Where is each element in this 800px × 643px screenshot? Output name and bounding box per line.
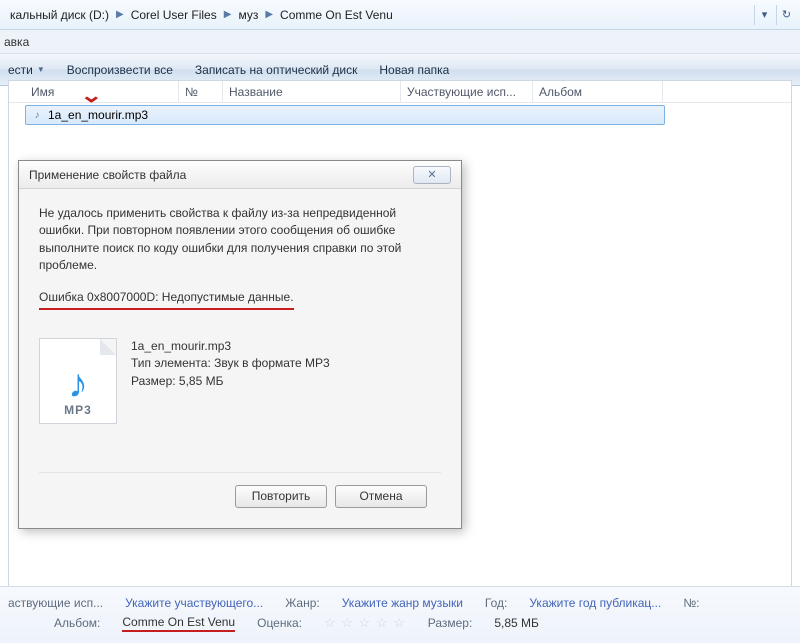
close-icon: ✕ [427, 168, 436, 181]
dialog-titlebar[interactable]: Применение свойств файла ✕ [19, 161, 461, 189]
breadcrumb-segment[interactable]: муз [232, 3, 264, 27]
detail-value-size: 5,85 МБ [494, 616, 539, 630]
cancel-button[interactable]: Отмена [335, 485, 427, 508]
detail-value-album[interactable]: Comme On Est Venu [122, 615, 235, 632]
file-row[interactable]: ♪ 1a_en_mourir.mp3 [25, 105, 665, 125]
rating-stars[interactable]: ☆ ☆ ☆ ☆ ☆ [324, 615, 406, 631]
breadcrumb-segment[interactable]: Corel User Files [125, 3, 223, 27]
breadcrumb-segment[interactable]: Comme On Est Venu [274, 3, 399, 27]
detail-value-editable[interactable]: Укажите жанр музыки [342, 596, 463, 610]
column-header-number[interactable]: № [179, 81, 223, 102]
retry-button[interactable]: Повторить [235, 485, 327, 508]
close-button[interactable]: ✕ [413, 166, 451, 184]
details-pane: аствующие исп... Укажите участвующего...… [0, 586, 800, 643]
dialog-title: Применение свойств файла [29, 168, 186, 182]
error-dialog: Применение свойств файла ✕ Не удалось пр… [18, 160, 462, 529]
music-note-icon: ♪ [68, 366, 88, 402]
detail-label: Размер: [428, 616, 473, 630]
detail-label: Жанр: [285, 596, 320, 610]
column-header-title[interactable]: Название [223, 81, 401, 102]
play-all-button[interactable]: Воспроизвести все [67, 63, 173, 77]
history-dropdown-button[interactable]: ▾ [754, 5, 774, 25]
dialog-message: Не удалось применить свойства к файлу из… [39, 205, 441, 275]
chevron-right-icon: ▶ [223, 9, 233, 20]
new-folder-button[interactable]: Новая папка [379, 63, 449, 77]
refresh-button[interactable]: ↻ [776, 5, 796, 25]
detail-label: №: [683, 596, 699, 610]
detail-label: Год: [485, 596, 507, 610]
organize-button[interactable]: ести▼ [8, 63, 45, 77]
menu-item[interactable]: авка [4, 35, 29, 49]
column-header-row: Имя ⌄ № Название Участвующие исп... Альб… [9, 81, 791, 103]
file-name: 1a_en_mourir.mp3 [48, 108, 148, 122]
detail-label: Альбом: [54, 616, 100, 630]
chevron-down-icon: ▼ [37, 65, 45, 74]
detail-label: Оценка: [257, 616, 302, 630]
burn-button[interactable]: Записать на оптический диск [195, 63, 358, 77]
dialog-error-code: Ошибка 0x8007000D: Недопустимые данные. [39, 289, 294, 310]
breadcrumb-segment[interactable]: кальный диск (D:) [4, 3, 115, 27]
dialog-file-info: 1a_en_mourir.mp3 Тип элемента: Звук в фо… [131, 338, 330, 390]
detail-value-editable[interactable]: Укажите участвующего... [125, 596, 263, 610]
column-header-name[interactable]: Имя ⌄ [25, 81, 179, 102]
audio-file-icon: ♪ [30, 108, 44, 122]
chevron-right-icon: ▶ [115, 9, 125, 20]
address-bar: кальный диск (D:) ▶ Corel User Files ▶ м… [0, 0, 800, 30]
detail-value-editable[interactable]: Укажите год публикац... [529, 596, 661, 610]
chevron-right-icon: ▶ [264, 9, 274, 20]
column-header-artist[interactable]: Участвующие исп... [401, 81, 533, 102]
column-header-album[interactable]: Альбом [533, 81, 663, 102]
menu-bar: авка [0, 30, 800, 54]
mp3-file-icon: ♪ MP3 [39, 338, 117, 424]
detail-label: аствующие исп... [8, 596, 103, 610]
